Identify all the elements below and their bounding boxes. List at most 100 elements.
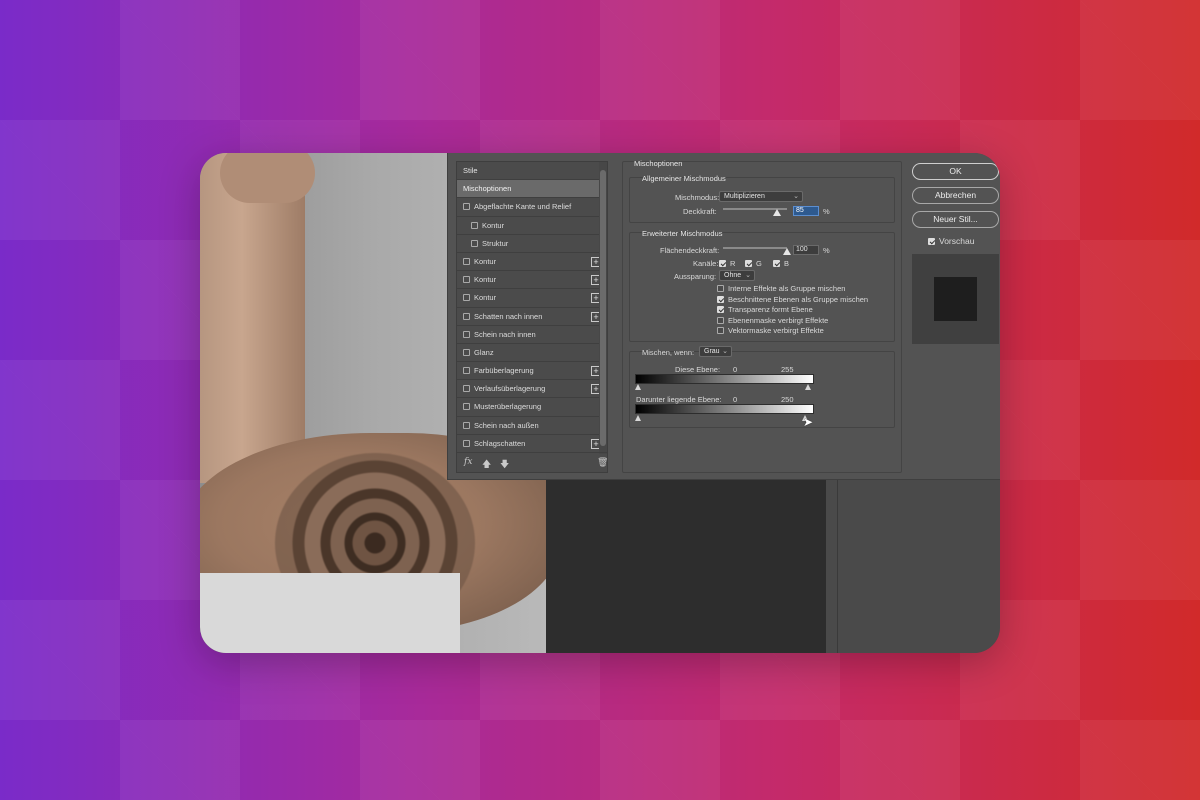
opacity-slider-thumb[interactable] bbox=[773, 209, 782, 216]
style-item[interactable]: Kontur bbox=[457, 217, 607, 235]
fill-opacity-input[interactable]: 100 bbox=[793, 245, 819, 255]
underlying-layer-gradient[interactable] bbox=[635, 404, 814, 414]
style-item-checkbox[interactable] bbox=[463, 330, 470, 338]
blend-if-value: Grau bbox=[704, 348, 720, 355]
blend-mode-label: Mischmodus: bbox=[675, 193, 720, 202]
this-layer-white-slider[interactable] bbox=[805, 384, 811, 390]
style-item[interactable]: Verlaufsüberlagerung + bbox=[457, 380, 607, 399]
document-canvas-dark bbox=[546, 480, 826, 653]
advanced-option-checkbox[interactable] bbox=[717, 306, 724, 313]
panel-divider bbox=[837, 480, 838, 653]
style-preview-box bbox=[912, 254, 999, 344]
advanced-option[interactable]: Interne Effekte als Gruppe mischen bbox=[717, 284, 845, 293]
move-down-icon[interactable]: 🡇 bbox=[500, 457, 509, 473]
preview-checkbox[interactable] bbox=[928, 238, 935, 245]
channel-b-toggle[interactable]: B bbox=[773, 259, 789, 268]
style-item[interactable]: Kontur + bbox=[457, 271, 607, 290]
opacity-label: Deckkraft: bbox=[683, 207, 717, 216]
mouse-cursor-icon: ➤ bbox=[803, 415, 814, 429]
style-item[interactable]: Struktur bbox=[457, 235, 607, 253]
channel-label: G bbox=[756, 259, 762, 268]
channel-checkbox[interactable] bbox=[773, 260, 780, 267]
underlying-layer-min: 0 bbox=[733, 395, 738, 404]
channel-label: R bbox=[730, 259, 736, 268]
styles-header[interactable]: Stile bbox=[457, 162, 607, 181]
styles-list: Stile Mischoptionen Abgeflachte Kante und… bbox=[456, 161, 608, 473]
styles-scrollbar[interactable] bbox=[599, 162, 607, 454]
style-item[interactable]: Farbüberlagerung + bbox=[457, 362, 607, 381]
fill-slider-track[interactable] bbox=[723, 247, 787, 249]
advanced-option-label: Ebenenmaske verbirgt Effekte bbox=[728, 315, 829, 325]
style-item-label: Kontur bbox=[482, 220, 505, 230]
channels-label: Kanäle: bbox=[693, 259, 719, 268]
style-item-checkbox[interactable] bbox=[463, 348, 470, 356]
style-item-checkbox[interactable] bbox=[463, 276, 470, 284]
this-layer-black-slider[interactable] bbox=[635, 384, 641, 390]
style-item[interactable]: Schatten nach innen + bbox=[457, 308, 607, 326]
style-item-checkbox[interactable] bbox=[463, 294, 470, 302]
knockout-select[interactable]: Ohne ⌄ bbox=[719, 270, 755, 281]
blend-mode-value: Multiplizieren bbox=[724, 193, 765, 200]
style-item-checkbox[interactable] bbox=[463, 203, 470, 211]
advanced-option[interactable]: Transparenz formt Ebene bbox=[717, 305, 813, 314]
trash-icon[interactable]: 🗑 bbox=[597, 457, 608, 468]
channel-r-toggle[interactable]: R bbox=[719, 259, 735, 268]
style-item-label: Mischoptionen bbox=[463, 184, 512, 194]
styles-footer: fx 🡅 🡇 🗑 bbox=[457, 452, 608, 473]
advanced-option-checkbox[interactable] bbox=[717, 316, 724, 324]
style-item-checkbox[interactable] bbox=[471, 239, 478, 247]
style-item-checkbox[interactable] bbox=[463, 403, 470, 411]
underlying-black-slider[interactable] bbox=[635, 415, 641, 421]
channel-g-toggle[interactable]: G bbox=[745, 259, 762, 268]
style-preview-swatch bbox=[934, 277, 977, 321]
style-item[interactable]: Mischoptionen bbox=[457, 180, 607, 199]
style-item-checkbox[interactable] bbox=[463, 439, 470, 447]
this-layer-min: 0 bbox=[733, 365, 738, 374]
style-item-checkbox[interactable] bbox=[463, 312, 470, 320]
advanced-option-checkbox[interactable] bbox=[717, 285, 724, 292]
style-item[interactable]: Schein nach außen bbox=[457, 417, 607, 435]
channel-checkbox[interactable] bbox=[719, 260, 726, 267]
style-item-label: Verlaufsüberlagerung bbox=[474, 384, 546, 394]
style-item[interactable]: Schlagschatten + bbox=[457, 435, 607, 453]
style-item-label: Musterüberlagerung bbox=[474, 402, 542, 412]
fill-opacity-label: Flächendeckkraft: bbox=[660, 246, 720, 255]
ok-button[interactable]: OK bbox=[912, 163, 999, 180]
style-item-checkbox[interactable] bbox=[463, 385, 470, 393]
this-layer-gradient[interactable] bbox=[635, 374, 814, 384]
opacity-input[interactable]: 85 bbox=[793, 206, 819, 216]
blend-mode-select[interactable]: Multiplizieren ⌄ bbox=[719, 191, 803, 202]
advanced-option[interactable]: Ebenenmaske verbirgt Effekte bbox=[717, 316, 828, 325]
fx-icon[interactable]: fx bbox=[464, 457, 472, 467]
style-item-checkbox[interactable] bbox=[463, 257, 470, 265]
style-item[interactable]: Musterüberlagerung bbox=[457, 398, 607, 417]
cancel-button[interactable]: Abbrechen bbox=[912, 187, 999, 204]
style-item[interactable]: Kontur + bbox=[457, 253, 607, 272]
advanced-option[interactable]: Beschnittene Ebenen als Gruppe mischen bbox=[717, 295, 868, 304]
style-item-label: Abgeflachte Kante und Relief bbox=[474, 202, 572, 212]
style-item-checkbox[interactable] bbox=[471, 221, 478, 229]
photo-shoulder bbox=[200, 573, 460, 653]
style-item-label: Kontur bbox=[474, 256, 497, 266]
new-style-button[interactable]: Neuer Stil... bbox=[912, 211, 999, 228]
advanced-option-label: Beschnittene Ebenen als Gruppe mischen bbox=[728, 294, 869, 304]
fill-slider-thumb[interactable] bbox=[783, 248, 791, 255]
style-item[interactable]: Abgeflachte Kante und Relief bbox=[457, 198, 607, 217]
right-side-panel bbox=[826, 480, 1000, 653]
scrollbar-thumb[interactable] bbox=[600, 170, 606, 446]
style-item[interactable]: Glanz bbox=[457, 344, 607, 363]
style-item-checkbox[interactable] bbox=[463, 367, 470, 375]
blend-if-select[interactable]: Grau ⌄ bbox=[699, 346, 732, 357]
channel-checkbox[interactable] bbox=[745, 260, 752, 267]
style-item-label: Schein nach innen bbox=[474, 329, 536, 339]
preview-toggle[interactable]: Vorschau bbox=[928, 236, 974, 246]
advanced-option-checkbox[interactable] bbox=[717, 327, 724, 334]
style-item-label: Schein nach außen bbox=[474, 420, 539, 430]
advanced-option[interactable]: Vektormaske verbirgt Effekte bbox=[717, 326, 824, 335]
style-item[interactable]: Kontur + bbox=[457, 289, 607, 308]
move-up-icon[interactable]: 🡅 bbox=[482, 457, 491, 473]
style-item[interactable]: Schein nach innen bbox=[457, 326, 607, 344]
style-item-label: Kontur bbox=[474, 293, 497, 303]
advanced-option-checkbox[interactable] bbox=[717, 295, 724, 303]
style-item-checkbox[interactable] bbox=[463, 421, 470, 429]
